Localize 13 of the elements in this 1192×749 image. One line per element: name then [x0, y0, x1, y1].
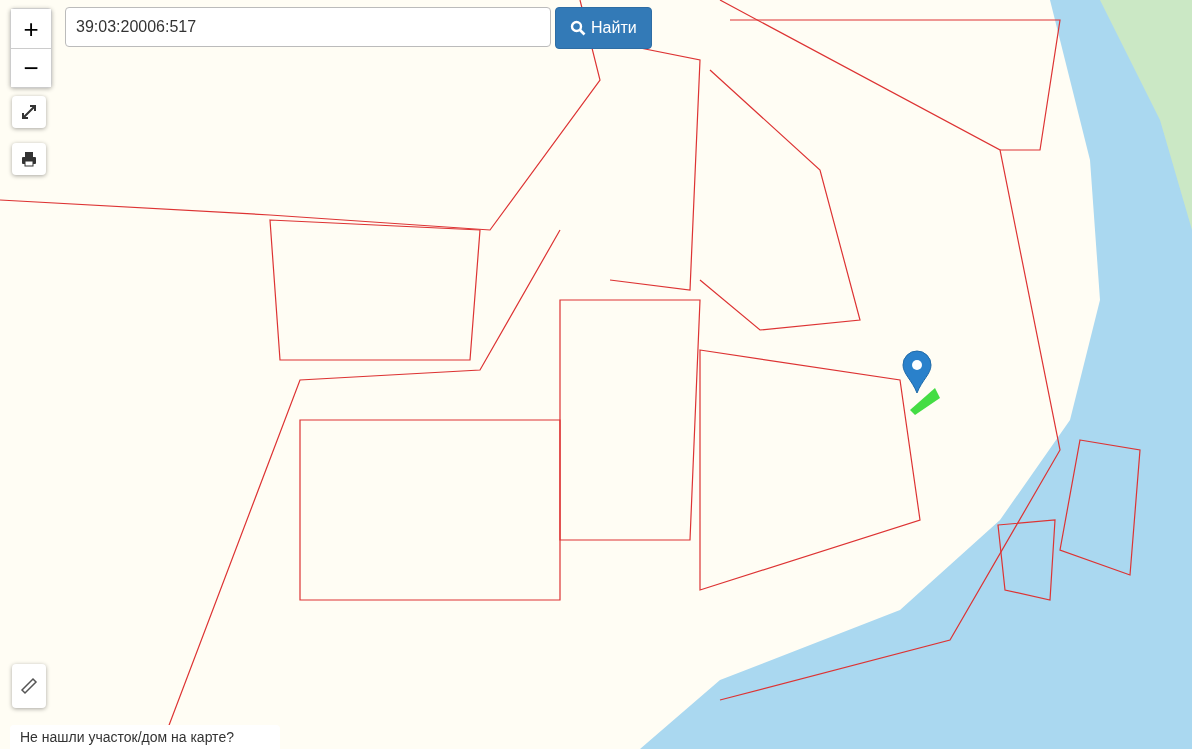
zoom-in-button[interactable]: + [11, 9, 51, 48]
ruler-button[interactable] [12, 664, 46, 708]
not-found-prompt[interactable]: Не нашли участок/дом на карте? [10, 725, 280, 749]
map-pin-icon [902, 350, 932, 394]
ruler-icon [20, 677, 38, 695]
expand-icon [21, 104, 37, 120]
zoom-out-button[interactable]: − [11, 48, 51, 87]
search-icon [570, 20, 586, 36]
print-icon [21, 151, 37, 167]
search-field[interactable]: 39:03:20006:517 [65, 7, 551, 47]
print-button[interactable] [12, 143, 46, 175]
fullscreen-button[interactable] [12, 96, 46, 128]
search-button[interactable]: Найти [555, 7, 652, 49]
